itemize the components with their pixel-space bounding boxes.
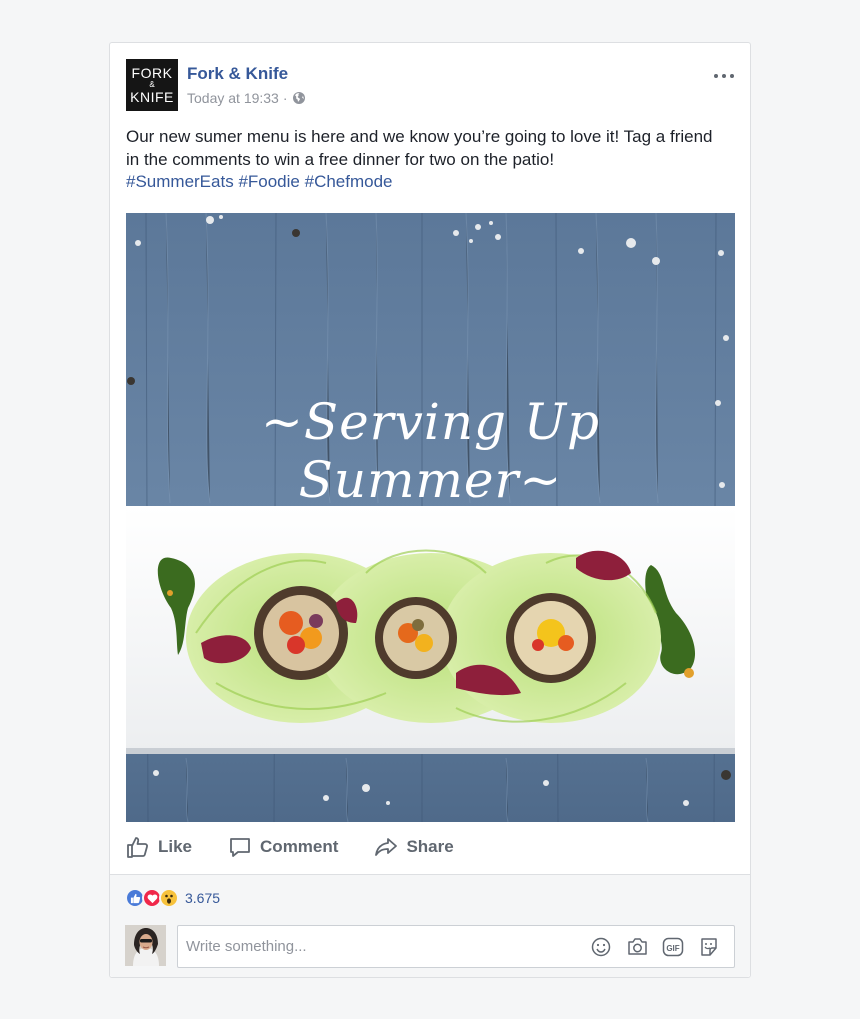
- hashtag-chefmode[interactable]: #Chefmode: [305, 172, 393, 191]
- emoji-icon[interactable]: [590, 936, 612, 958]
- meta-separator: ·: [282, 90, 288, 106]
- wow-reaction-icon: [159, 888, 179, 908]
- post-body: Our new sumer menu is here and we know y…: [126, 127, 713, 169]
- comment-button[interactable]: Comment: [228, 835, 338, 859]
- more-options-icon[interactable]: [714, 69, 734, 83]
- post-actions: Like Comment Share: [126, 832, 735, 862]
- post-text: Our new sumer menu is here and we know y…: [126, 126, 726, 194]
- camera-icon[interactable]: [626, 936, 648, 958]
- share-icon: [375, 838, 398, 856]
- post-card: FORK & KNIFE Fork & Knife Today at 19:33…: [109, 42, 751, 978]
- like-label: Like: [158, 837, 193, 856]
- gif-icon[interactable]: GIF: [662, 936, 684, 958]
- post-photo[interactable]: ~Serving Up Summer~: [126, 213, 735, 822]
- comment-label: Comment: [260, 837, 339, 856]
- hashtag-foodie[interactable]: #Foodie: [238, 172, 299, 191]
- comment-box: GIF: [177, 925, 735, 968]
- logo-amp: &: [149, 80, 155, 89]
- thumbs-up-icon: [127, 837, 148, 858]
- post-header: FORK & KNIFE Fork & Knife Today at 19:33…: [126, 59, 734, 111]
- logo-line2: KNIFE: [130, 89, 174, 105]
- comment-attachments: GIF: [590, 936, 734, 958]
- share-button[interactable]: Share: [374, 835, 454, 859]
- reaction-count[interactable]: 3.675: [185, 890, 220, 906]
- share-label: Share: [406, 837, 454, 856]
- hashtags: #SummerEats #Foodie #Chefmode: [126, 172, 393, 191]
- comment-icon: [230, 838, 250, 857]
- post-timestamp[interactable]: Today at 19:33: [187, 90, 279, 106]
- photo-title: ~Serving Up Summer~: [260, 393, 601, 509]
- globe-icon[interactable]: [292, 91, 306, 105]
- avatar[interactable]: [125, 925, 166, 966]
- sticker-icon[interactable]: [698, 936, 720, 958]
- reactions-summary[interactable]: 3.675: [125, 888, 220, 908]
- post-meta: Today at 19:33 ·: [187, 90, 306, 106]
- page-name-link[interactable]: Fork & Knife: [187, 64, 288, 84]
- post-footer: 3.675 GIF: [110, 874, 750, 977]
- comment-input[interactable]: [178, 926, 590, 967]
- page-logo[interactable]: FORK & KNIFE: [126, 59, 178, 111]
- svg-text:GIF: GIF: [666, 944, 679, 953]
- logo-line1: FORK: [131, 65, 173, 81]
- food-photo-illustration: [126, 213, 735, 822]
- like-button[interactable]: Like: [126, 835, 192, 859]
- hashtag-summereats[interactable]: #SummerEats: [126, 172, 234, 191]
